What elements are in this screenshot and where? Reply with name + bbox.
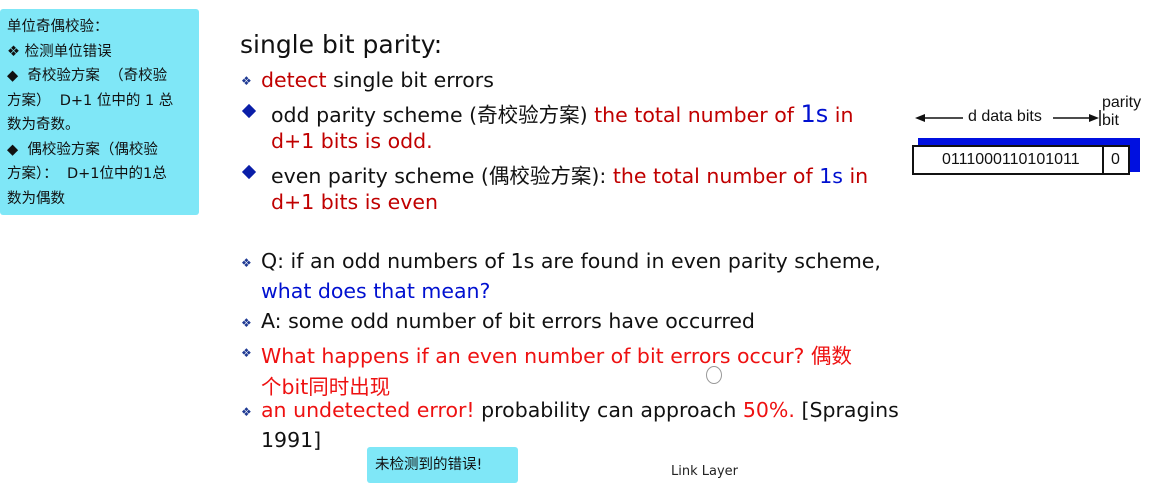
diamond-bullet-icon: ❖ <box>241 405 252 419</box>
answer-line: A: some odd number of bit errors have oc… <box>261 309 755 333</box>
parity-label-line1: parity <box>1102 94 1142 111</box>
diamond-bullet-icon: ❖ <box>241 346 252 360</box>
note-line: 数为奇数。 <box>7 117 80 133</box>
odd-parity-in: in <box>828 103 854 127</box>
what-happens-line: What happens if an even number of bit er… <box>261 344 852 368</box>
note-line: ◆ 奇校验方案 （奇校验 <box>7 68 168 84</box>
parity-bit-value: 0 <box>1111 151 1120 168</box>
data-bits-label: d data bits <box>968 108 1042 125</box>
square-bullet-icon <box>241 164 257 180</box>
diamond-bullet-icon: ❖ <box>241 74 252 88</box>
undetected-line: an undetected error! probability can app… <box>261 398 899 422</box>
note-line: 单位奇偶校验： <box>7 19 109 35</box>
even-parity-line2: d+1 bits is even <box>271 190 438 214</box>
note-line: ❖ 检测单位错误 <box>7 43 112 60</box>
parity-bit-label: parity bit <box>1102 94 1141 130</box>
divider <box>1102 147 1104 173</box>
arrow-left-icon <box>915 114 925 122</box>
undetected-percent: 50%. <box>742 398 795 422</box>
diamond-bullet-icon: ❖ <box>241 256 252 270</box>
even-parity-in: in <box>842 164 869 188</box>
undetected-mid: probability can approach <box>474 398 743 422</box>
odd-parity-label: odd parity scheme (奇校验方案) <box>271 103 595 127</box>
shadow-bar-right <box>1130 138 1140 172</box>
odd-parity-line2: d+1 bits is odd. <box>271 129 433 153</box>
question-line2: what does that mean? <box>261 279 491 303</box>
arrow-right-icon <box>1089 114 1099 122</box>
even-parity-label: even parity scheme (偶校验方案): <box>271 164 613 188</box>
detect-keyword: detect <box>261 68 327 92</box>
even-parity-1s: 1s <box>819 164 843 188</box>
undetected-red: an undetected error! <box>261 398 475 422</box>
note-line: 方案） D+1 位中的 1 总 <box>7 92 174 109</box>
square-bullet-icon <box>241 103 257 119</box>
parity-diagram: d data bits parity bit 0111000110101011 … <box>905 92 1155 182</box>
even-parity-line: even parity scheme (偶校验方案): the total nu… <box>271 159 868 189</box>
slide-title: single bit parity: <box>240 30 443 59</box>
odd-parity-1s: 1s <box>800 100 829 128</box>
bit-string-box: 0111000110101011 0 <box>912 145 1130 175</box>
note-line: 数为偶数 <box>7 190 65 207</box>
data-bits-value: 0111000110101011 <box>942 151 1080 168</box>
footer-label: Link Layer <box>671 464 738 479</box>
mouse-cursor-icon <box>706 366 722 384</box>
detect-rest: single bit errors <box>326 68 494 92</box>
left-annotation-note: 单位奇偶校验： ❖ 检测单位错误 ◆ 奇校验方案 （奇校验 方案） D+1 位中… <box>0 9 199 215</box>
undetected-line2: 1991] <box>261 428 322 452</box>
odd-parity-line: odd parity scheme (奇校验方案) the total numb… <box>271 98 854 128</box>
undetected-error-note: 未检测到的错误! <box>367 447 518 483</box>
parity-label-line2: bit <box>1102 112 1119 129</box>
question-line: Q: if an odd numbers of 1s are found in … <box>261 249 881 273</box>
undetected-citation: [Spragins <box>794 398 899 422</box>
what-happens-line2: 个bit同时出现 <box>261 375 391 399</box>
even-parity-red: the total number of <box>612 164 820 188</box>
note-line: 方案）： D+1位中的1总 <box>7 166 167 182</box>
diamond-bullet-icon: ❖ <box>241 316 252 330</box>
note-line: ◆ 偶校验方案（偶校验 <box>7 141 158 158</box>
odd-parity-red: the total number of <box>594 103 801 127</box>
detect-line: detect single bit errors <box>261 68 494 92</box>
